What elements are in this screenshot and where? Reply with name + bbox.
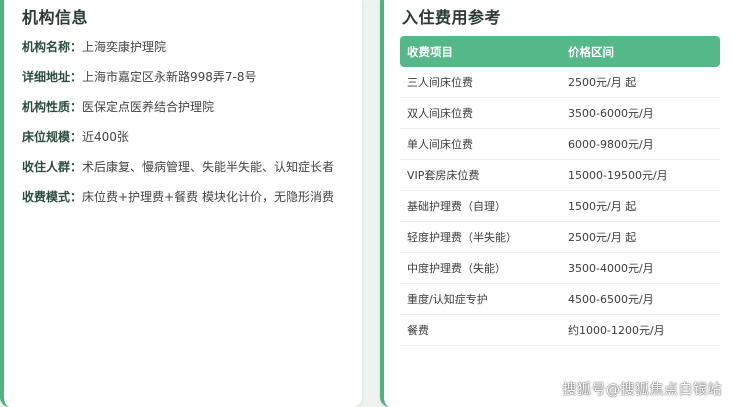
fee-price: 3500-6000元/月 bbox=[568, 97, 720, 129]
table-row: VIP套房床位费 15000-19500元/月 bbox=[400, 159, 720, 191]
org-beds-row: 床位规模：近400张 bbox=[22, 128, 352, 158]
fee-price: 1500元/月 起 bbox=[568, 190, 720, 222]
fee-table-header: 收费项目 价格区间 bbox=[400, 36, 720, 67]
org-billing-row: 收费模式：床位费+护理费+餐费 模块化计价，无隐形消费 bbox=[22, 188, 352, 218]
org-address-row: 详细地址：上海市嘉定区永新路998弄7-8号 bbox=[22, 68, 352, 98]
fee-price: 6000-9800元/月 bbox=[568, 128, 720, 160]
fee-item: 三人间床位费 bbox=[400, 67, 568, 98]
org-name-row: 机构名称：上海奕康护理院 bbox=[22, 38, 352, 68]
field-label: 详细地址： bbox=[22, 70, 83, 84]
fee-price: 3500-4000元/月 bbox=[568, 252, 720, 284]
table-row: 重度/认知症专护 4500-6500元/月 bbox=[400, 283, 720, 315]
fee-item: 中度护理费（失能） bbox=[400, 252, 568, 284]
fee-price: 2500元/月 起 bbox=[568, 221, 720, 253]
fee-item: 餐费 bbox=[400, 314, 568, 346]
fee-item: 双人间床位费 bbox=[400, 97, 568, 129]
org-residents-row: 收住人群：术后康复、慢病管理、失能半失能、认知症长者 bbox=[22, 158, 352, 188]
field-value: 医保定点医养结合护理院 bbox=[82, 100, 215, 114]
field-label: 收住人群： bbox=[22, 160, 83, 174]
table-row: 基础护理费（自理） 1500元/月 起 bbox=[400, 190, 720, 222]
fee-price: 2500元/月 起 bbox=[568, 67, 720, 98]
field-label: 床位规模： bbox=[22, 130, 83, 144]
field-label: 机构名称： bbox=[22, 40, 83, 54]
org-type-row: 机构性质：医保定点医养结合护理院 bbox=[22, 98, 352, 128]
field-value: 上海奕康护理院 bbox=[82, 40, 167, 54]
fee-price: 约1000-1200元/月 bbox=[568, 314, 720, 346]
table-row: 三人间床位费 2500元/月 起 bbox=[400, 67, 720, 98]
header-item: 收费项目 bbox=[400, 36, 568, 67]
field-value: 上海市嘉定区永新路998弄7-8号 bbox=[82, 70, 257, 84]
field-value: 术后康复、慢病管理、失能半失能、认知症长者 bbox=[82, 160, 335, 174]
fee-item: VIP套房床位费 bbox=[400, 159, 568, 191]
fee-reference-card: 入住费用参考 收费项目 价格区间 三人间床位费 2500元/月 起 双人间床位费… bbox=[380, 0, 740, 407]
field-value: 床位费+护理费+餐费 模块化计价，无隐形消费 bbox=[82, 190, 334, 204]
table-row: 单人间床位费 6000-9800元/月 bbox=[400, 128, 720, 160]
field-label: 收费模式： bbox=[22, 190, 83, 204]
header-price: 价格区间 bbox=[568, 36, 720, 67]
fee-price: 15000-19500元/月 bbox=[568, 159, 720, 191]
fee-item: 轻度护理费（半失能） bbox=[400, 221, 568, 253]
field-value: 近400张 bbox=[82, 130, 129, 144]
org-info-list: 机构名称：上海奕康护理院 详细地址：上海市嘉定区永新路998弄7-8号 机构性质… bbox=[22, 38, 352, 218]
table-row: 轻度护理费（半失能） 2500元/月 起 bbox=[400, 221, 720, 253]
field-label: 机构性质： bbox=[22, 100, 83, 114]
org-info-title: 机构信息 bbox=[22, 8, 89, 27]
fee-table: 收费项目 价格区间 三人间床位费 2500元/月 起 双人间床位费 3500-6… bbox=[400, 36, 720, 346]
fee-reference-title: 入住费用参考 bbox=[402, 8, 502, 27]
fee-price: 4500-6500元/月 bbox=[568, 283, 720, 315]
source-watermark: 搜狐号@搜狐焦点白银站 bbox=[562, 382, 722, 398]
fee-item: 重度/认知症专护 bbox=[400, 283, 568, 315]
table-row: 餐费 约1000-1200元/月 bbox=[400, 314, 720, 346]
fee-item: 单人间床位费 bbox=[400, 128, 568, 160]
table-row: 中度护理费（失能） 3500-4000元/月 bbox=[400, 252, 720, 284]
fee-item: 基础护理费（自理） bbox=[400, 190, 568, 222]
org-info-card: 机构信息 机构名称：上海奕康护理院 详细地址：上海市嘉定区永新路998弄7-8号… bbox=[0, 0, 362, 407]
table-row: 双人间床位费 3500-6000元/月 bbox=[400, 97, 720, 129]
